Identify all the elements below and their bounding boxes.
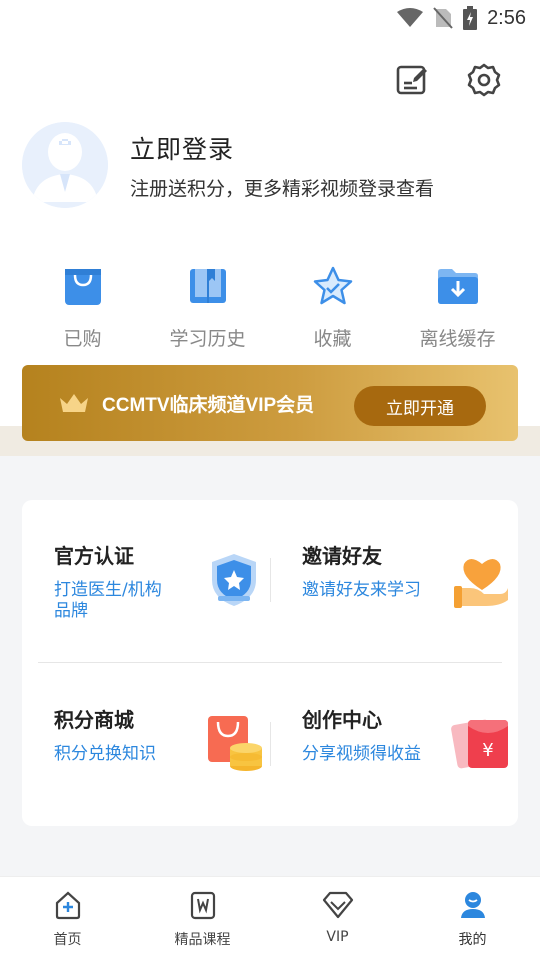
quick-label: 离线缓存	[419, 328, 496, 350]
edit-icon[interactable]	[394, 62, 430, 98]
login-title[interactable]: 立即登录	[130, 130, 434, 166]
service-official-certification[interactable]: 官方认证 打造医生/机构品牌	[54, 500, 284, 640]
service-subtitle: 打造医生/机构品牌	[54, 580, 162, 621]
svg-text:¥: ¥	[482, 740, 493, 761]
status-time: 2:56	[487, 6, 526, 29]
nav-label: VIP	[326, 929, 349, 945]
book-icon	[184, 262, 232, 310]
course-icon	[187, 889, 219, 921]
nav-courses[interactable]: 精品课程	[135, 877, 270, 960]
nav-label: 精品课程	[174, 932, 231, 948]
quick-item-favorites[interactable]: 收藏	[270, 262, 395, 351]
service-subtitle: 积分兑换知识	[54, 744, 156, 764]
vip-activate-button[interactable]: 立即开通	[354, 386, 486, 426]
shield-star-icon	[202, 548, 266, 612]
avatar[interactable]	[22, 122, 108, 208]
service-subtitle: 分享视频得收益	[302, 744, 421, 764]
heart-hand-icon	[450, 548, 514, 612]
bottom-navigation: 首页 精品课程 VIP 我的	[0, 876, 540, 960]
service-title: 积分商城	[54, 708, 134, 732]
quick-entries: 已购 学习历史 收藏 离线缓存	[20, 262, 520, 351]
star-icon	[309, 262, 357, 310]
service-title: 官方认证	[54, 544, 134, 568]
profile-section[interactable]: 立即登录 注册送积分，更多精彩视频登录查看	[22, 122, 434, 208]
red-envelope-icon: ¥	[450, 712, 514, 776]
divider	[38, 662, 502, 663]
download-folder-icon	[434, 262, 482, 310]
status-bar: 2:56	[0, 0, 540, 36]
no-sim-icon	[433, 7, 453, 29]
vip-banner-text: CCMTV临床频道VIP会员	[102, 394, 315, 416]
crown-icon	[60, 394, 88, 412]
quick-label: 学习历史	[169, 328, 246, 350]
service-subtitle: 邀请好友来学习	[302, 580, 421, 600]
shopping-bag-icon	[59, 262, 107, 310]
top-actions	[394, 62, 502, 98]
settings-gear-icon[interactable]	[466, 62, 502, 98]
service-creation-center[interactable]: 创作中心 分享视频得收益 ¥	[302, 664, 532, 804]
nav-home[interactable]: 首页	[0, 877, 135, 960]
service-points-mall[interactable]: 积分商城 积分兑换知识	[54, 664, 284, 804]
battery-charging-icon	[463, 6, 478, 30]
quick-label: 已购	[63, 328, 102, 350]
user-icon	[457, 889, 489, 921]
service-title: 创作中心	[302, 708, 382, 732]
service-invite-friends[interactable]: 邀请好友 邀请好友来学习	[302, 500, 532, 640]
quick-label: 收藏	[313, 328, 352, 350]
nav-mine[interactable]: 我的	[405, 877, 540, 960]
nav-vip[interactable]: VIP	[270, 877, 405, 960]
diamond-icon	[322, 889, 354, 921]
login-subtitle: 注册送积分，更多精彩视频登录查看	[130, 177, 435, 200]
quick-item-offline-cache[interactable]: 离线缓存	[395, 262, 520, 351]
nav-label: 首页	[53, 932, 82, 948]
quick-item-purchased[interactable]: 已购	[20, 262, 145, 351]
nav-label: 我的	[458, 932, 487, 948]
shopping-coins-icon	[202, 712, 266, 776]
quick-item-history[interactable]: 学习历史	[145, 262, 270, 351]
services-card: 官方认证 打造医生/机构品牌 邀请好友 邀请好友来学习 积分商城 积分兑换知识 …	[22, 500, 518, 826]
vip-banner[interactable]: CCMTV临床频道VIP会员 立即开通	[22, 365, 518, 441]
service-title: 邀请好友	[302, 544, 382, 568]
home-icon	[52, 889, 84, 921]
wifi-icon	[397, 8, 424, 27]
